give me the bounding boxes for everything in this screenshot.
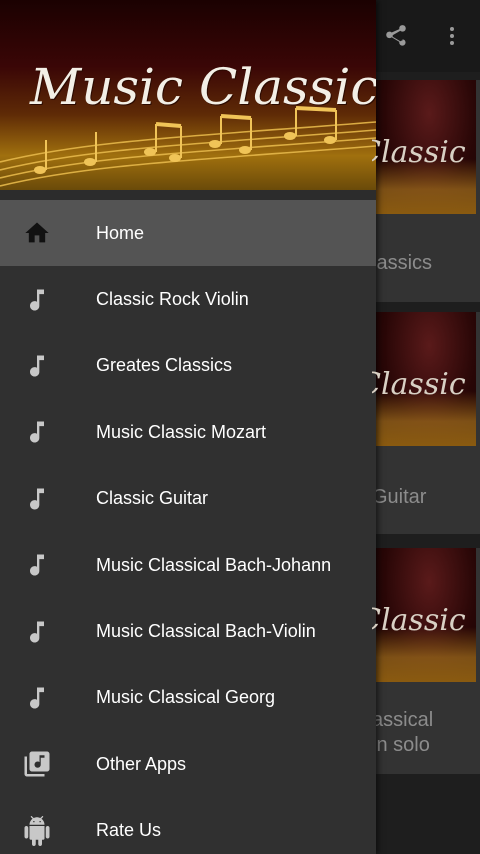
- menu-item-label: Classic Guitar: [96, 488, 209, 509]
- menu-item-label: Music Classic Mozart: [96, 421, 267, 442]
- drawer-header: Music Classic: [0, 0, 376, 190]
- library-music-icon: [22, 749, 52, 779]
- music-note-icon: [22, 417, 52, 447]
- music-note-icon: [22, 484, 52, 514]
- menu-item-classical-georg[interactable]: Music Classical Georg: [0, 665, 376, 731]
- menu-item-label: Music Classical Bach-Johann: [96, 554, 332, 575]
- card-thumbnail: Classic: [372, 80, 476, 214]
- card-thumbnail-text: Classic: [372, 135, 466, 170]
- card-title: Guitar: [372, 486, 427, 508]
- music-note-icon: [22, 617, 52, 647]
- drawer-menu: Home Classic Rock Violin Greates Classic…: [0, 200, 376, 854]
- menu-item-classic-rock-violin[interactable]: Classic Rock Violin: [0, 266, 376, 332]
- music-note-icon: [22, 351, 52, 381]
- menu-item-home[interactable]: Home: [0, 200, 376, 267]
- music-note-icon: [22, 285, 52, 315]
- menu-item-label: Home: [96, 222, 145, 243]
- card-title: lassics: [372, 252, 433, 274]
- menu-item-label: Music Classical Bach-Violin: [96, 621, 316, 642]
- more-options-button[interactable]: [432, 16, 472, 56]
- card-thumbnail-text: Classic: [372, 367, 466, 402]
- card-title-line: assical: [372, 709, 434, 731]
- category-card[interactable]: Classic assical in solo: [372, 548, 480, 774]
- menu-item-label: Music Classical Georg: [96, 687, 276, 708]
- share-button[interactable]: [376, 16, 416, 56]
- card-title: assical in solo: [372, 708, 433, 758]
- card-thumbnail: Classic: [372, 312, 476, 446]
- menu-item-label: Greates Classics: [96, 355, 233, 376]
- menu-item-classic-guitar[interactable]: Classic Guitar: [0, 466, 376, 532]
- menu-item-label: Rate Us: [96, 820, 162, 841]
- music-note-icon: [22, 550, 52, 580]
- android-icon: [22, 815, 52, 846]
- music-note-icon: [22, 683, 52, 713]
- category-card[interactable]: Classic Guitar: [372, 312, 480, 534]
- drawer-header-title: Music Classic: [30, 58, 376, 116]
- menu-item-rate-us[interactable]: Rate Us: [0, 798, 376, 854]
- menu-item-label: Classic Rock Violin: [96, 289, 249, 310]
- menu-item-bach-johann[interactable]: Music Classical Bach-Johann: [0, 532, 376, 598]
- home-icon: [22, 218, 52, 248]
- card-thumbnail: Classic: [372, 548, 476, 682]
- divider: [0, 190, 376, 200]
- menu-item-music-classic-mozart[interactable]: Music Classic Mozart: [0, 399, 376, 465]
- more-vert-icon: [450, 27, 454, 45]
- menu-item-greates-classics[interactable]: Greates Classics: [0, 333, 376, 399]
- card-thumbnail-text: Classic: [372, 603, 466, 638]
- menu-item-other-apps[interactable]: Other Apps: [0, 731, 376, 797]
- share-icon: [386, 25, 406, 46]
- navigation-drawer: Music Classic Home Classic Rock Violin G…: [0, 0, 376, 854]
- menu-item-label: Other Apps: [96, 753, 187, 774]
- menu-item-bach-violin[interactable]: Music Classical Bach-Violin: [0, 598, 376, 664]
- card-title-line: in solo: [372, 734, 430, 756]
- category-card[interactable]: Classic lassics: [372, 80, 480, 302]
